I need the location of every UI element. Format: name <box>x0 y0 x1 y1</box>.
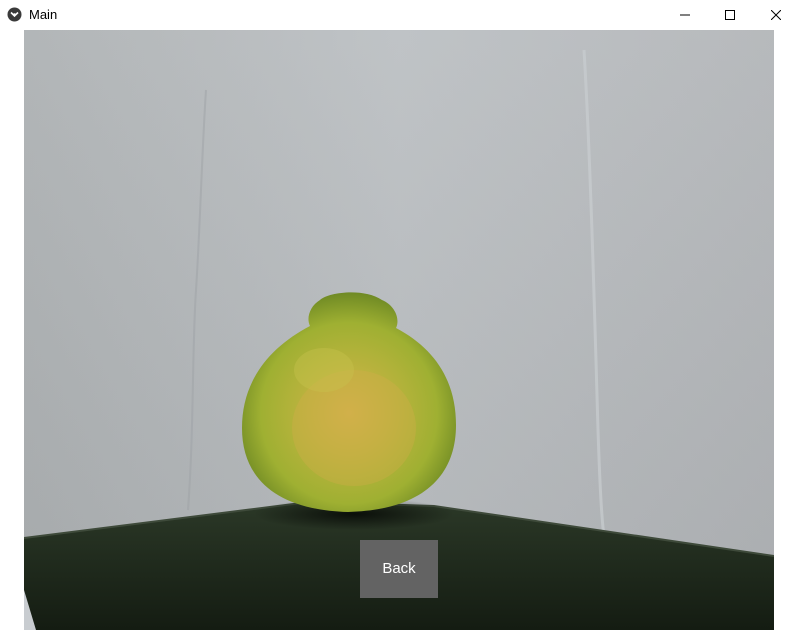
minimize-button[interactable] <box>662 0 708 30</box>
back-button[interactable]: Back <box>360 540 438 598</box>
app-icon <box>7 7 22 22</box>
maximize-button[interactable] <box>707 0 753 30</box>
app-window: Main Back <box>0 0 799 630</box>
window-title: Main <box>29 7 58 22</box>
title-bar[interactable]: Main <box>0 0 799 30</box>
camera-feed: Back <box>24 30 774 630</box>
close-icon <box>771 10 781 20</box>
close-button[interactable] <box>753 0 799 30</box>
minimize-icon <box>680 14 690 16</box>
maximize-icon <box>725 10 735 20</box>
